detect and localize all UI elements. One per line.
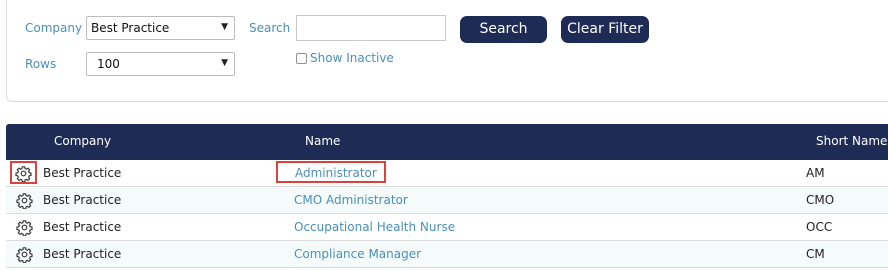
clear-filter-button[interactable]: Clear Filter bbox=[561, 16, 649, 43]
cell-company: Best Practice bbox=[43, 220, 122, 234]
column-header-name[interactable]: Name bbox=[305, 134, 340, 148]
filter-panel: Company Best Practice ▼ Search Search Cl… bbox=[6, 0, 888, 102]
table-row: Best Practice Compliance Manager CM bbox=[6, 241, 888, 268]
cell-company: Best Practice bbox=[43, 166, 122, 180]
company-select-value: Best Practice bbox=[91, 21, 170, 35]
cell-name-link[interactable]: CMO Administrator bbox=[294, 193, 408, 207]
column-header-company[interactable]: Company bbox=[54, 134, 111, 148]
gear-icon[interactable] bbox=[16, 219, 33, 237]
rows-select-value: 100 bbox=[97, 57, 120, 71]
cell-name-link[interactable]: Administrator bbox=[276, 161, 386, 183]
cell-name-link[interactable]: Occupational Health Nurse bbox=[294, 220, 455, 234]
company-label: Company bbox=[25, 21, 83, 35]
table-row: Best Practice CMO Administrator CMO bbox=[6, 187, 888, 214]
column-header-short-name[interactable]: Short Name bbox=[816, 134, 887, 148]
cell-short-name: OCC bbox=[806, 220, 833, 234]
rows-label: Rows bbox=[25, 57, 57, 71]
gear-icon[interactable] bbox=[16, 192, 33, 210]
table-row: Best Practice Occupational Health Nurse … bbox=[6, 214, 888, 241]
chevron-down-icon: ▼ bbox=[221, 22, 228, 32]
rows-select[interactable]: 100 ▼ bbox=[86, 52, 235, 76]
cell-short-name: AM bbox=[806, 166, 825, 180]
gear-icon[interactable] bbox=[16, 246, 33, 264]
search-label: Search bbox=[249, 21, 291, 35]
results-table: Company Name Short Name Best Practice Ad… bbox=[6, 124, 888, 268]
show-inactive-label[interactable]: Show Inactive bbox=[310, 51, 394, 65]
table-row: Best Practice Administrator AM bbox=[6, 160, 888, 187]
gear-icon[interactable] bbox=[10, 161, 37, 184]
cell-short-name: CMO bbox=[806, 193, 835, 207]
cell-company: Best Practice bbox=[43, 193, 122, 207]
cell-name-link[interactable]: Compliance Manager bbox=[294, 247, 421, 261]
table-header: Company Name Short Name bbox=[6, 124, 888, 160]
show-inactive-checkbox[interactable] bbox=[296, 53, 307, 64]
search-button[interactable]: Search bbox=[460, 16, 547, 43]
chevron-down-icon: ▼ bbox=[221, 58, 228, 68]
search-input[interactable] bbox=[296, 15, 446, 41]
cell-short-name: CM bbox=[806, 247, 825, 261]
cell-company: Best Practice bbox=[43, 247, 122, 261]
company-select[interactable]: Best Practice ▼ bbox=[86, 16, 235, 40]
